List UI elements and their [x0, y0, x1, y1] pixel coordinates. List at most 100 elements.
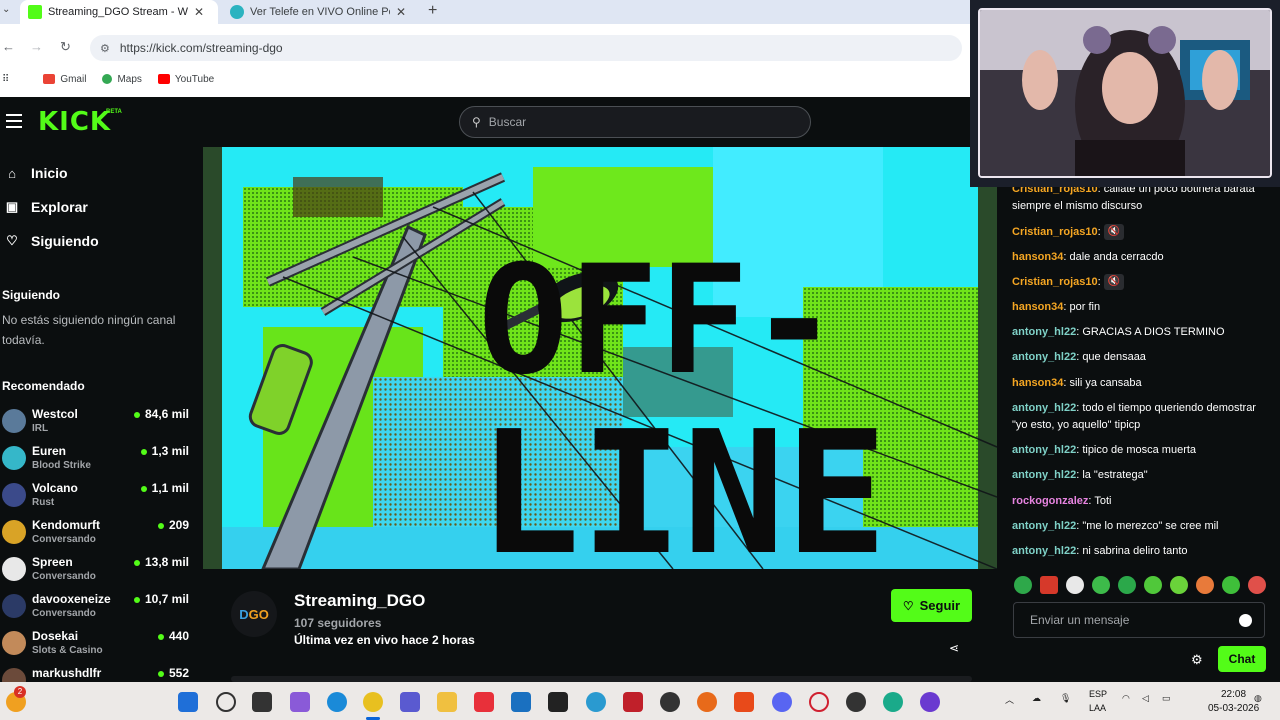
reload-icon[interactable]: ↻: [60, 39, 71, 55]
file-explorer-icon[interactable]: [437, 692, 457, 712]
teams-icon[interactable]: [400, 692, 420, 712]
chat-send-button[interactable]: Chat: [1218, 646, 1266, 672]
app-icon[interactable]: [586, 692, 606, 712]
tab-kick[interactable]: Streaming_DGO Stream - Watch ✕: [20, 0, 218, 24]
tab-telefe[interactable]: Ver Telefe en VIVO Online Por in ✕: [230, 0, 420, 24]
brave-icon[interactable]: [734, 692, 754, 712]
emote-icon[interactable]: [1196, 576, 1214, 594]
recommended-channel[interactable]: Volcano Rust 1,1 mil: [0, 480, 195, 516]
store-icon[interactable]: [511, 692, 531, 712]
recommended-channel[interactable]: Euren Blood Strike 1,3 mil: [0, 443, 195, 479]
maps-icon: [102, 74, 113, 84]
notifications-icon[interactable]: ◍: [1254, 693, 1262, 704]
volume-icon[interactable]: ◁: [1142, 693, 1149, 704]
chat-username[interactable]: hanson34: [1012, 301, 1063, 313]
channel-name[interactable]: Streaming_DGO: [294, 591, 425, 611]
chat-username[interactable]: antony_hl22: [1012, 469, 1076, 481]
network-icon[interactable]: ☁: [1032, 693, 1041, 704]
firefox-icon[interactable]: [697, 692, 717, 712]
new-tab-button[interactable]: +: [428, 2, 437, 20]
chat-username[interactable]: antony_hl22: [1012, 520, 1076, 532]
emote-icon[interactable]: [1118, 576, 1136, 594]
close-tab-icon[interactable]: ✕: [194, 5, 204, 19]
discord-icon[interactable]: [772, 692, 792, 712]
gear-icon[interactable]: ⚙: [1191, 652, 1203, 668]
chat-username[interactable]: Cristian_rojas10: [1012, 226, 1098, 238]
chat-input-box[interactable]: [1013, 602, 1265, 638]
channel-avatar[interactable]: DGO: [231, 591, 277, 637]
copilot-icon[interactable]: [290, 692, 310, 712]
chat-username[interactable]: hanson34: [1012, 251, 1063, 263]
opera-icon[interactable]: [809, 692, 829, 712]
url-field[interactable]: ⚙ https://kick.com/streaming-dgo: [90, 35, 962, 61]
chat-username[interactable]: antony_hl22: [1012, 545, 1076, 557]
app-icon[interactable]: [474, 692, 494, 712]
microphone-icon[interactable]: 🎙: [1060, 693, 1071, 704]
wifi-icon[interactable]: ◠: [1122, 693, 1130, 704]
chat-message: antony_hl22: la "estratega": [1012, 469, 1148, 481]
apps-icon[interactable]: ⠿: [2, 74, 9, 85]
follow-button[interactable]: ♡ Seguir: [891, 589, 972, 622]
emote-icon[interactable]: [1144, 576, 1162, 594]
battery-icon[interactable]: ▭: [1162, 693, 1171, 704]
search-icon[interactable]: [216, 692, 236, 712]
emote-icon[interactable]: [1170, 576, 1188, 594]
search-input[interactable]: [488, 115, 789, 129]
video-player[interactable]: OFF- LINE: [203, 147, 997, 569]
chat-username[interactable]: hanson34: [1012, 377, 1063, 389]
chat-username[interactable]: antony_hl22: [1012, 444, 1076, 456]
chevron-up-icon[interactable]: ︿: [1005, 693, 1014, 706]
task-view-icon[interactable]: [252, 692, 272, 712]
language-indicator[interactable]: ESP: [1089, 689, 1107, 699]
emote-icon[interactable]: [1092, 576, 1110, 594]
forward-icon[interactable]: →: [30, 39, 43, 54]
edge-icon[interactable]: [327, 692, 347, 712]
chat-input[interactable]: [1030, 613, 1230, 627]
chat-text: tipico de mosca muerta: [1082, 444, 1197, 456]
chat-username[interactable]: antony_hl22: [1012, 351, 1076, 363]
emote-icon[interactable]: [1040, 576, 1058, 594]
channel-category: Slots & Casino: [32, 645, 103, 656]
clock-date[interactable]: 05-03-2026: [1208, 703, 1259, 714]
emote-icon[interactable]: [1222, 576, 1240, 594]
start-icon[interactable]: [178, 692, 198, 712]
site-info-icon[interactable]: ⚙: [100, 42, 110, 55]
mcafee-icon[interactable]: [623, 692, 643, 712]
recommended-channel[interactable]: davooxeneize Conversando 10,7 mil: [0, 591, 195, 627]
sidebar-item-explorar[interactable]: ▣ Explorar: [0, 199, 88, 215]
recommended-channel[interactable]: Spreen Conversando 13,8 mil: [0, 554, 195, 590]
back-icon[interactable]: ←: [2, 39, 15, 54]
keyboard-layout[interactable]: LAA: [1089, 703, 1106, 713]
speedtest-icon[interactable]: [660, 692, 680, 712]
close-tab-icon[interactable]: ✕: [396, 5, 406, 19]
bookmark-gmail[interactable]: Gmail: [43, 74, 86, 85]
search-box[interactable]: ⚲: [459, 106, 811, 138]
emote-icon[interactable]: [1014, 576, 1032, 594]
emote-icon[interactable]: [1066, 576, 1084, 594]
bookmark-youtube[interactable]: YouTube: [157, 74, 214, 85]
app-icon[interactable]: [883, 692, 903, 712]
tab-search-icon[interactable]: ⌄: [2, 4, 10, 15]
chat-username[interactable]: rockogonzalez: [1012, 495, 1088, 507]
chat-username[interactable]: antony_hl22: [1012, 326, 1076, 338]
menu-icon[interactable]: [6, 114, 22, 128]
kick-logo[interactable]: KICK: [38, 107, 111, 137]
pluto-icon[interactable]: [548, 692, 568, 712]
share-icon[interactable]: ⋖: [949, 641, 959, 655]
recommended-channel[interactable]: Kendomurft Conversando 209: [0, 517, 195, 553]
chat-username[interactable]: Cristian_rojas10: [1012, 276, 1098, 288]
emote-icon[interactable]: [1248, 576, 1266, 594]
chrome-icon[interactable]: [363, 692, 383, 712]
app-icon[interactable]: [846, 692, 866, 712]
bookmark-maps[interactable]: Maps: [102, 74, 142, 85]
recommended-channel[interactable]: markushdlfr 552: [0, 665, 195, 682]
chat-username[interactable]: antony_hl22: [1012, 402, 1076, 414]
sidebar-item-inicio[interactable]: ⌂ Inicio: [0, 165, 68, 181]
emoji-icon[interactable]: [1239, 614, 1252, 627]
iptv-icon[interactable]: [920, 692, 940, 712]
recommended-channel[interactable]: Dosekai Slots & Casino 440: [0, 628, 195, 664]
sidebar-item-siguiendo[interactable]: ♡ Siguiendo: [0, 233, 99, 249]
recommended-channel[interactable]: Westcol IRL 84,6 mil: [0, 406, 195, 442]
clock-time[interactable]: 22:08: [1221, 689, 1246, 700]
tab-strip: ⌄ Streaming_DGO Stream - Watch ✕ Ver Tel…: [0, 0, 970, 24]
